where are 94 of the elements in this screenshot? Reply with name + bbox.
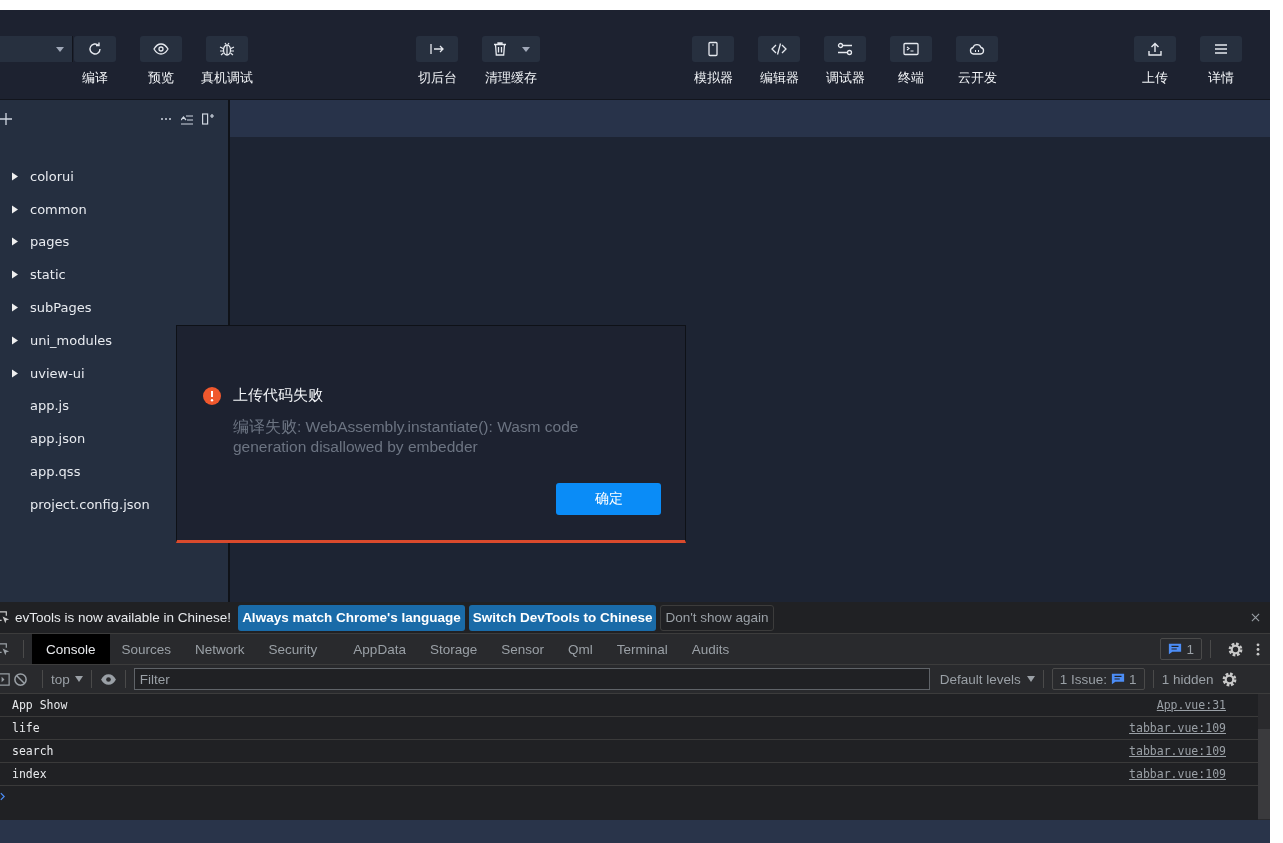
scrollbar[interactable]	[1258, 694, 1270, 820]
log-message: search	[12, 744, 54, 758]
toolbar-button[interactable]	[74, 36, 116, 62]
sliders-icon	[837, 41, 853, 57]
toolbar-label: 编译	[82, 69, 108, 87]
folder-item[interactable]: uni_modules	[0, 324, 228, 357]
toolbar-button[interactable]	[824, 36, 866, 62]
devtools-tab[interactable]: Console	[32, 634, 110, 664]
devtools-tab[interactable]: Audits	[679, 634, 742, 664]
toolbar-button[interactable]	[1200, 36, 1242, 62]
info-bar-button[interactable]: Always match Chrome's language	[238, 604, 465, 631]
warning-icon	[203, 386, 221, 405]
context-dropdown[interactable]: top	[51, 671, 70, 687]
more-icon[interactable]	[1256, 641, 1260, 657]
info-message: evTools is now available in Chinese!	[15, 610, 232, 625]
source-link[interactable]: tabbar.vue:109	[1129, 744, 1226, 758]
info-bar-button[interactable]: Don't show again	[660, 604, 774, 631]
toolbar-label: 云开发	[957, 69, 997, 87]
issues-button[interactable]: 1 Issue: 1	[1051, 668, 1145, 690]
source-link[interactable]: App.vue:31	[1156, 698, 1226, 712]
toolbar-button[interactable]	[416, 36, 458, 62]
toolbar-label: 真机调试	[201, 69, 253, 87]
toolbar-button[interactable]	[140, 36, 182, 62]
folder-item[interactable]: common	[0, 192, 228, 226]
toolbar-button[interactable]	[890, 36, 932, 62]
toolbar-label: 上传	[1142, 69, 1168, 87]
add-icon[interactable]	[0, 113, 12, 125]
devtools-tab[interactable]: Qml	[556, 634, 605, 664]
dialog-message: 编译失败: WebAssembly.instantiate(): Wasm code generation disallowed by embedder	[233, 417, 580, 457]
panel-icon[interactable]	[202, 113, 214, 125]
devtools-tab[interactable]: AppData	[341, 634, 418, 664]
toolbar-button[interactable]	[206, 36, 248, 62]
prompt-icon	[0, 791, 5, 801]
terminal-icon	[903, 41, 919, 57]
toolbar-label: 编辑器	[759, 69, 799, 87]
inspect-icon[interactable]	[0, 610, 11, 625]
devtools-tab[interactable]: Storage	[417, 634, 490, 664]
toolbar-label: 清理缓存	[485, 69, 537, 87]
folder-item[interactable]: static	[0, 258, 228, 292]
toolbar-label: 详情	[1208, 69, 1234, 87]
toolbar-button[interactable]	[956, 36, 998, 62]
levels-dropdown[interactable]: Default levels	[939, 671, 1021, 687]
hidden-count: 1 hidden	[1161, 671, 1214, 687]
folder-item[interactable]: colorui	[0, 160, 228, 193]
devtools-tab[interactable]: Security	[256, 634, 330, 664]
arrow-right-icon	[429, 41, 445, 57]
issues-badge[interactable]: 1	[1160, 638, 1202, 660]
close-icon[interactable]	[1251, 613, 1260, 622]
devtools-tab[interactable]: Sources	[109, 634, 184, 664]
log-message: App Show	[12, 698, 68, 712]
eye-icon	[153, 41, 169, 57]
devtools-tab[interactable]: Network	[183, 634, 257, 664]
inspect-icon[interactable]	[0, 641, 11, 657]
caret-icon	[74, 676, 83, 682]
source-link[interactable]: tabbar.vue:109	[1129, 721, 1226, 735]
toolbar-button[interactable]	[758, 36, 800, 62]
menu-icon	[1213, 41, 1229, 57]
upload-icon	[1147, 41, 1163, 57]
trash-icon	[492, 41, 508, 57]
info-bar-button[interactable]: Switch DevTools to Chinese	[468, 604, 657, 631]
toolbar-label: 切后台	[417, 69, 457, 87]
confirm-button[interactable]: 确定	[556, 483, 661, 515]
message-icon	[1111, 672, 1126, 686]
settings-icon[interactable]	[1221, 670, 1239, 688]
folder-item[interactable]: uview-ui	[0, 356, 228, 390]
toolbar-button[interactable]	[1134, 36, 1176, 62]
code-icon	[771, 41, 787, 57]
filter-field[interactable]: Filter	[133, 668, 930, 690]
devtools-tab[interactable]: Sensor	[489, 634, 556, 664]
log-message: life	[12, 721, 40, 735]
phone-icon	[705, 41, 721, 57]
collapse-icon[interactable]	[181, 113, 193, 125]
folder-item[interactable]: subPages	[0, 291, 228, 324]
message-icon	[1168, 642, 1183, 656]
devtools-tab[interactable]: Terminal	[604, 634, 680, 664]
cloud-icon	[969, 41, 985, 57]
sidebar-toggle-icon[interactable]	[0, 671, 11, 687]
settings-icon[interactable]	[1227, 640, 1244, 658]
caret-icon	[1026, 676, 1035, 682]
log-message: index	[12, 767, 47, 781]
toolbar-label: 调试器	[825, 69, 865, 87]
clear-icon[interactable]	[13, 671, 28, 687]
bug-icon	[219, 41, 235, 57]
caret-icon	[522, 46, 530, 52]
menu-button[interactable]	[482, 36, 540, 62]
toolbar-label: 预览	[148, 69, 174, 87]
dialog-title: 上传代码失败	[233, 386, 323, 405]
refresh-icon	[87, 41, 103, 57]
toolbar-label: 模拟器	[693, 69, 733, 87]
toolbar-button[interactable]	[692, 36, 734, 62]
toolbar-label: 终端	[898, 69, 924, 87]
source-link[interactable]: tabbar.vue:109	[1129, 767, 1226, 781]
caret-icon	[56, 46, 64, 52]
folder-item[interactable]: pages	[0, 225, 228, 259]
